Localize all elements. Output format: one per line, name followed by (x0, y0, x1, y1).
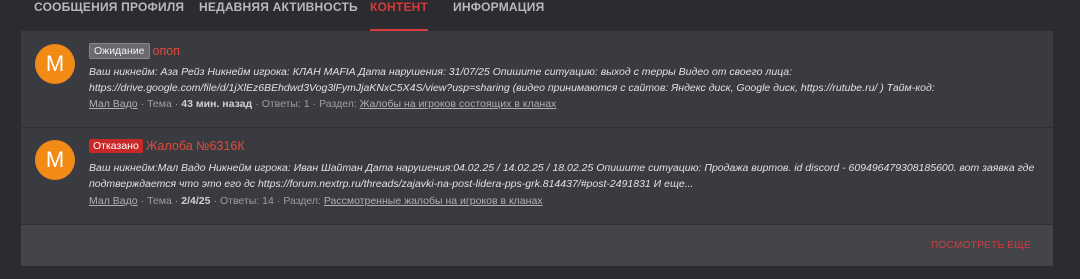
author-link[interactable]: Мал Вадо (89, 195, 138, 207)
panel-footer: ПОСМОТРЕТЬ ЕЩЕ (21, 225, 1053, 266)
tab-recent-activity[interactable]: НЕДАВНЯЯ АКТИВНОСТЬ (199, 0, 358, 29)
item-replies: Ответы: 1 (261, 98, 310, 110)
status-badge: Ожидание (89, 43, 150, 59)
item-title-line: Ожидание опоп (89, 43, 180, 59)
thread-title-link[interactable]: опоп (153, 44, 180, 58)
item-title-line: Отказано Жалоба №6316К (89, 139, 245, 153)
item-meta: Мал Вадо · Тема · 2/4/25 · Ответы: 14 · Раздел: … (89, 195, 543, 207)
thread-title-link[interactable]: Жалоба №6316К (146, 139, 245, 153)
section-link[interactable]: Рассмотренные жалобы на игроков в кланах (324, 195, 543, 207)
tab-information[interactable]: ИНФОРМАЦИЯ (453, 0, 544, 29)
item-snippet[interactable]: Ваш никнейм:Мал Вадо Никнейм игрока: Ива… (89, 160, 1039, 192)
item-meta: Мал Вадо · Тема · 43 мин. назад · Ответы: 1 · Ра… (89, 98, 557, 110)
item-type: Тема (147, 98, 172, 110)
avatar[interactable]: M (35, 140, 75, 180)
section-link[interactable]: Жалобы на игроков состоящих в кланах (360, 98, 557, 110)
item-time: 2/4/25 (181, 195, 211, 207)
list-item: M Ожидание опоп Ваш никнейм: Аза Рейз Ник… (21, 31, 1053, 128)
section-label: Раздел: (283, 195, 321, 207)
content-panel: M Ожидание опоп Ваш никнейм: Аза Рейз Ник… (21, 31, 1053, 266)
tab-profile-messages[interactable]: СООБЩЕНИЯ ПРОФИЛЯ (34, 0, 184, 29)
list-item: M Отказано Жалоба №6316К Ваш никнейм:Мал … (21, 128, 1053, 225)
avatar[interactable]: M (35, 44, 75, 84)
profile-tabs: СООБЩЕНИЯ ПРОФИЛЯ НЕДАВНЯЯ АКТИВНОСТЬ КО… (0, 0, 1080, 31)
status-badge: Отказано (89, 139, 143, 153)
tab-content[interactable]: КОНТЕНТ (370, 0, 429, 31)
view-more-link[interactable]: ПОСМОТРЕТЬ ЕЩЕ (931, 240, 1031, 251)
author-link[interactable]: Мал Вадо (89, 98, 138, 110)
section-label: Раздел: (319, 98, 357, 110)
item-time: 43 мин. назад (181, 98, 253, 110)
item-type: Тема (147, 195, 172, 207)
item-snippet[interactable]: Ваш никнейм: Аза Рейз Никнейм игрока: КЛ… (89, 64, 1039, 96)
item-replies: Ответы: 14 (220, 195, 274, 207)
